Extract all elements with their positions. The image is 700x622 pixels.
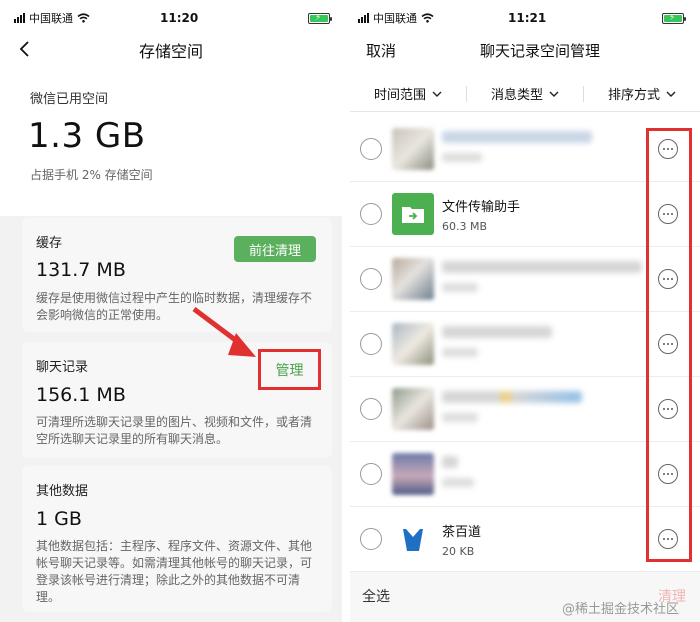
chat-name-blurred xyxy=(442,131,592,143)
filter-message-type[interactable]: 消息类型 xyxy=(467,84,583,103)
chat-avatar xyxy=(392,453,434,495)
chevron-down-icon xyxy=(666,91,676,97)
chat-record-description: 可清理所选聊天记录里的图片、视频和文件，或者清空所选聊天记录里的所有聊天消息。 xyxy=(36,415,313,446)
chat-name-blurred xyxy=(442,326,552,338)
status-bar: 中国联通 11:20 ⚡ xyxy=(14,0,334,36)
chat-size: 20 KB xyxy=(442,545,475,558)
red-arrow-annotation xyxy=(192,307,256,357)
select-radio[interactable] xyxy=(360,203,382,225)
select-radio[interactable] xyxy=(360,268,382,290)
chat-name-blurred xyxy=(442,391,582,403)
chat-avatar xyxy=(392,323,434,365)
cache-description: 缓存是使用微信过程中产生的临时数据，清理缓存不会影响微信的正常使用。 xyxy=(36,291,313,322)
select-radio[interactable] xyxy=(360,463,382,485)
cup-logo-icon xyxy=(392,518,434,560)
nav-bar: 存储空间 xyxy=(0,36,342,64)
signal-icon xyxy=(358,13,369,23)
other-data-card: 其他数据 1 GB 其他数据包括：主程序、程序文件、资源文件、其他帐号聊天记录等… xyxy=(22,466,332,612)
status-bar: 中国联通 11:21 ⚡ xyxy=(358,0,692,36)
select-all-button[interactable]: 全选 xyxy=(362,586,390,606)
chat-avatar xyxy=(392,388,434,430)
chat-name: 文件传输助手 xyxy=(442,200,521,215)
chat-size-blurred xyxy=(442,153,482,162)
chat-record-label: 聊天记录 xyxy=(36,360,89,375)
carrier-label: 中国联通 xyxy=(373,12,417,25)
storage-screen: 中国联通 11:20 ⚡ 存储空间 微信已用空间 1.3 GB 占据手机 2% … xyxy=(0,0,342,622)
signal-icon xyxy=(14,13,25,23)
chat-avatar xyxy=(392,128,434,170)
chat-record-size: 156.1 MB xyxy=(36,384,126,406)
chat-space-manage-screen: 中国联通 11:21 ⚡ 取消 聊天记录空间管理 时间范围 消息类型 排序方式 xyxy=(350,0,700,622)
filter-time-range[interactable]: 时间范围 xyxy=(350,84,466,103)
chat-size-blurred xyxy=(442,413,478,422)
filter-bar: 时间范围 消息类型 排序方式 xyxy=(350,76,700,112)
used-space-label: 微信已用空间 xyxy=(30,92,109,107)
battery-icon: ⚡ xyxy=(662,12,686,24)
other-data-label: 其他数据 xyxy=(36,484,89,499)
chat-name-blurred xyxy=(442,456,458,468)
manage-label: 管理 xyxy=(275,362,304,379)
page-title: 聊天记录空间管理 xyxy=(479,42,600,60)
status-time: 11:21 xyxy=(508,11,547,25)
select-radio[interactable] xyxy=(360,138,382,160)
chat-size: 60.3 MB xyxy=(442,220,488,233)
more-options-highlight xyxy=(646,128,692,562)
used-space-value: 1.3 GB xyxy=(28,116,146,156)
go-clean-button[interactable]: 前往清理 xyxy=(234,236,316,262)
chat-size-blurred xyxy=(442,348,478,357)
other-data-description: 其他数据包括：主程序、程序文件、资源文件、其他帐号聊天记录等。如需清理其他帐号的… xyxy=(36,539,313,604)
status-time: 11:20 xyxy=(160,11,199,25)
chat-name: 茶百道 xyxy=(442,525,482,540)
select-radio[interactable] xyxy=(360,333,382,355)
used-space-percent: 占据手机 2% 存储空间 xyxy=(30,168,153,182)
chat-name-blurred xyxy=(442,261,642,273)
cache-label: 缓存 xyxy=(36,236,63,251)
carrier-label: 中国联通 xyxy=(29,12,73,25)
cache-card: 缓存 前往清理 131.7 MB 缓存是使用微信过程中产生的临时数据，清理缓存不… xyxy=(22,218,332,332)
chevron-down-icon xyxy=(549,91,559,97)
chat-size-blurred xyxy=(442,283,478,292)
wifi-icon xyxy=(421,13,434,23)
chevron-down-icon xyxy=(432,91,442,97)
cache-size: 131.7 MB xyxy=(36,259,126,281)
filter-sort-order[interactable]: 排序方式 xyxy=(584,84,700,103)
watermark: @稀土掘金技术社区 xyxy=(562,602,680,617)
page-title: 存储空间 xyxy=(138,42,203,61)
file-transfer-icon xyxy=(392,193,434,235)
wifi-icon xyxy=(77,13,90,23)
screenshot: 中国联通 11:20 ⚡ 存储空间 微信已用空间 1.3 GB 占据手机 2% … xyxy=(0,0,700,622)
battery-icon: ⚡ xyxy=(308,12,332,24)
other-data-size: 1 GB xyxy=(36,508,82,530)
select-radio[interactable] xyxy=(360,528,382,550)
chat-avatar xyxy=(392,258,434,300)
select-radio[interactable] xyxy=(360,398,382,420)
chat-size-blurred xyxy=(442,478,474,487)
